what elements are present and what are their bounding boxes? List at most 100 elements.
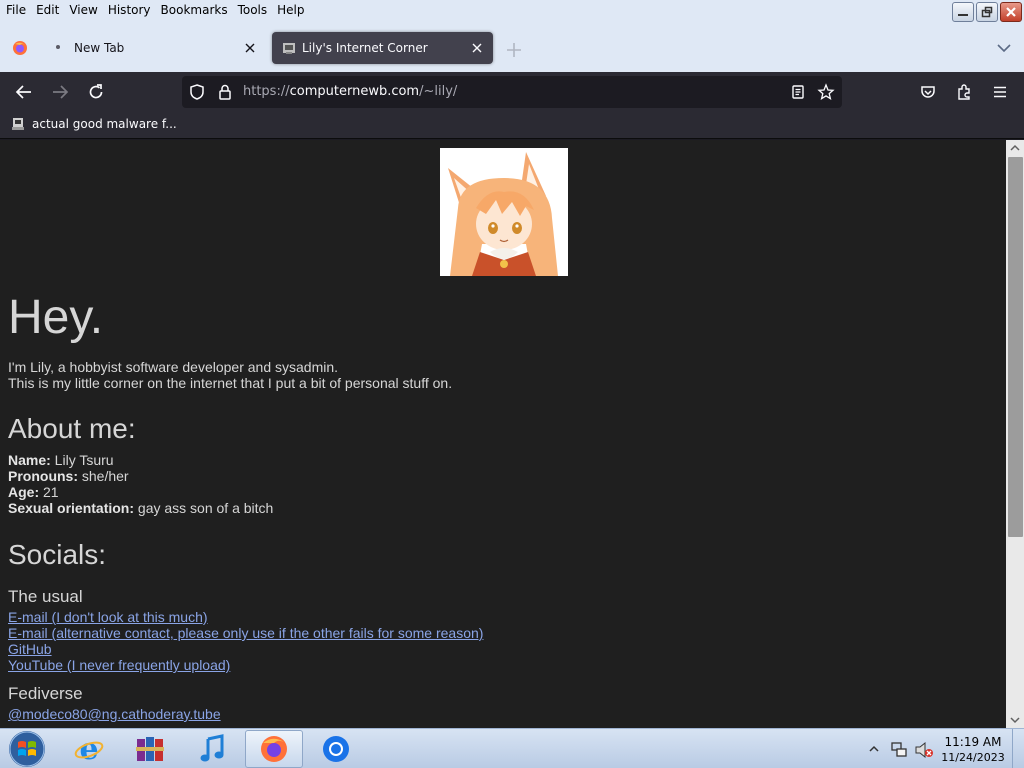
tab-strip: New Tab Lily's Internet Corner	[0, 24, 1024, 72]
menu-view[interactable]: View	[64, 0, 102, 24]
bookmark-item[interactable]: actual good malware f...	[10, 116, 177, 132]
chevron-down-icon[interactable]	[996, 40, 1012, 56]
show-hidden-icons-icon[interactable]	[868, 744, 880, 754]
taskbar-internet-explorer[interactable]: e	[60, 730, 118, 768]
lock-icon[interactable]	[216, 83, 234, 101]
url-text: https://computernewb.com/~lily/	[243, 84, 457, 99]
tab-label: Lily's Internet Corner	[302, 41, 428, 55]
about-value: Lily Tsuru	[50, 452, 114, 468]
taskbar-browser-2[interactable]	[307, 730, 365, 768]
site-favicon-icon	[283, 43, 295, 54]
shield-icon[interactable]	[188, 83, 206, 101]
hamburger-menu-icon	[994, 86, 1006, 98]
tab-lilys-internet-corner[interactable]: Lily's Internet Corner	[272, 32, 493, 64]
tab-dot-icon	[56, 45, 60, 49]
taskbar: e 11:19 AM 11/24/2023	[0, 728, 1024, 768]
scrollbar-thumb[interactable]	[1008, 157, 1023, 537]
show-desktop-button[interactable]	[1012, 729, 1024, 768]
window-controls	[952, 2, 1022, 22]
bookmark-favicon-icon	[12, 118, 24, 130]
intro-line-1: I'm Lily, a hobbyist software developer …	[8, 359, 339, 375]
navigation-toolbar: https://computernewb.com/~lily/	[0, 72, 1024, 112]
about-key: Pronouns:	[8, 468, 78, 484]
fediverse-heading: Fediverse	[8, 684, 83, 703]
window-menu-bar: File Edit View History Bookmarks Tools H…	[0, 0, 1024, 24]
restore-button[interactable]	[976, 2, 998, 22]
fox-girl-avatar-icon	[440, 148, 568, 276]
about-key: Age:	[8, 484, 40, 500]
close-window-button[interactable]	[1000, 2, 1022, 22]
reload-button[interactable]	[84, 80, 108, 104]
about-key: Name:	[8, 452, 51, 468]
puzzle-icon	[958, 84, 970, 100]
scroll-up-arrow-icon[interactable]	[1006, 140, 1024, 156]
socials-heading: Socials:	[8, 539, 107, 570]
taskbar-winrar[interactable]	[121, 730, 179, 768]
intro-line-2: This is my little corner on the internet…	[8, 375, 453, 391]
taskbar-music-player[interactable]	[183, 730, 241, 768]
music-note-icon	[200, 734, 224, 762]
about-row-name: Name: Lily Tsuru	[8, 452, 114, 468]
new-tab-plus-icon[interactable]	[504, 40, 524, 60]
profile-avatar-image	[440, 148, 568, 276]
minimize-icon	[958, 14, 968, 16]
close-tab-icon[interactable]	[469, 40, 485, 56]
github-link[interactable]: GitHub	[8, 641, 52, 657]
email-alternative-link[interactable]: E-mail (alternative contact, please only…	[8, 625, 483, 641]
start-button[interactable]	[0, 730, 54, 768]
browser-ring-icon	[323, 736, 349, 762]
pocket-icon	[921, 86, 935, 98]
menu-bookmarks[interactable]: Bookmarks	[156, 0, 233, 24]
menu-edit[interactable]: Edit	[31, 0, 64, 24]
forward-arrow-icon	[53, 85, 69, 99]
close-icon	[1006, 7, 1016, 17]
page-heading: Hey.	[8, 291, 104, 344]
email-link[interactable]: E-mail (I don't look at this much)	[8, 609, 208, 625]
tab-new-tab[interactable]: New Tab	[44, 32, 266, 64]
menu-history[interactable]: History	[103, 0, 156, 24]
bookmark-star-icon[interactable]	[817, 83, 835, 101]
restore-icon	[981, 6, 993, 18]
menu-file[interactable]: File	[0, 0, 31, 24]
forward-button[interactable]	[48, 80, 72, 104]
usual-heading: The usual	[8, 587, 83, 606]
clock-time: 11:19 AM	[944, 735, 1002, 749]
back-arrow-icon	[15, 85, 31, 99]
url-bar[interactable]: https://computernewb.com/~lily/	[182, 76, 842, 108]
firefox-icon	[13, 41, 27, 55]
internet-explorer-icon: e	[74, 733, 104, 765]
url-path: /~lily/	[419, 84, 458, 99]
clock-date: 11/24/2023	[941, 751, 1005, 764]
app-menu-button[interactable]	[988, 80, 1012, 104]
url-scheme: https://	[243, 84, 290, 99]
about-value: 21	[39, 484, 59, 500]
windows-orb-icon	[9, 731, 45, 767]
fediverse-link[interactable]: @modeco80@ng.cathoderay.tube	[8, 706, 221, 722]
page-scrollbar[interactable]	[1006, 140, 1024, 728]
svg-text:e: e	[79, 733, 98, 765]
pocket-button[interactable]	[916, 80, 940, 104]
about-heading: About me:	[8, 413, 136, 444]
reader-view-icon[interactable]	[789, 83, 807, 101]
minimize-button[interactable]	[952, 2, 974, 22]
firefox-icon	[261, 736, 287, 762]
about-key: Sexual orientation:	[8, 500, 135, 516]
taskbar-firefox[interactable]	[245, 730, 303, 768]
scroll-down-arrow-icon[interactable]	[1006, 712, 1024, 728]
taskbar-clock[interactable]: 11:19 AM 11/24/2023	[938, 734, 1008, 766]
firefox-view-button[interactable]	[4, 32, 36, 64]
youtube-link[interactable]: YouTube (I never frequently upload)	[8, 657, 230, 673]
bookmarks-toolbar: actual good malware f...	[0, 112, 1024, 139]
close-tab-icon[interactable]	[242, 40, 258, 56]
volume-muted-icon[interactable]	[914, 741, 934, 759]
network-icon[interactable]	[890, 741, 908, 759]
bookmark-label: actual good malware f...	[32, 117, 177, 131]
menu-help[interactable]: Help	[272, 0, 309, 24]
about-row-orientation: Sexual orientation: gay ass son of a bit…	[8, 500, 273, 516]
menu-tools[interactable]: Tools	[233, 0, 273, 24]
about-row-age: Age: 21	[8, 484, 59, 500]
about-row-pronouns: Pronouns: she/her	[8, 468, 129, 484]
extensions-button[interactable]	[952, 80, 976, 104]
back-button[interactable]	[12, 80, 36, 104]
reload-icon	[89, 84, 103, 99]
